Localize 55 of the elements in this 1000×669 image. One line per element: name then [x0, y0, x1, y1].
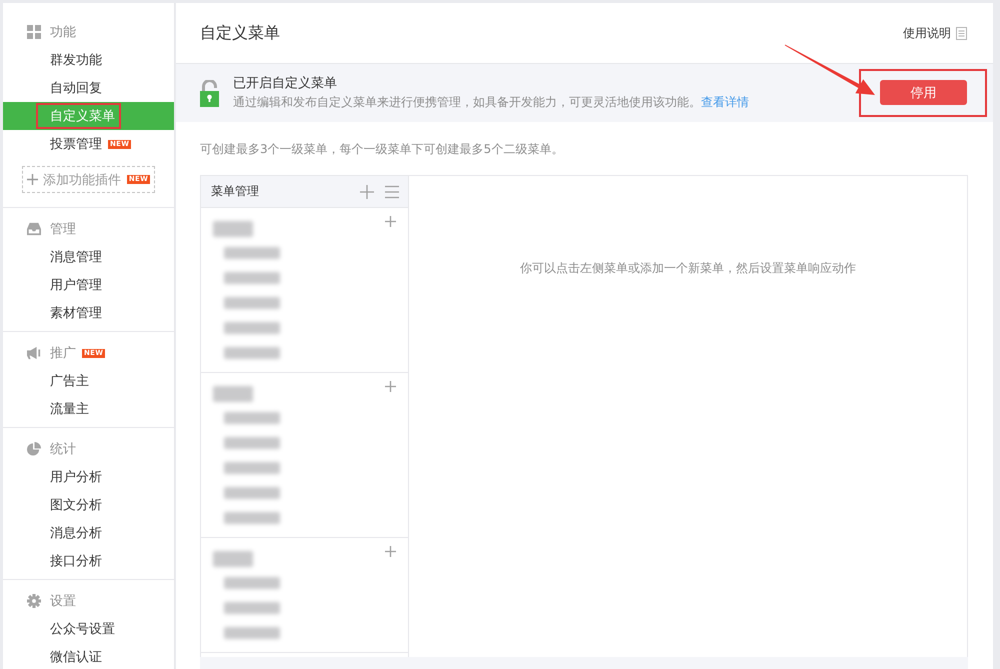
notice-text: 通过编辑和发布自定义菜单来进行便携管理，如具备开发能力，可更灵活地使用该功能。查看详情	[233, 94, 750, 111]
section-title: 功能	[50, 24, 76, 41]
sidebar-item[interactable]: 接口分析	[3, 547, 174, 575]
blurred-menu-item[interactable]	[213, 221, 253, 237]
blurred-submenu-item[interactable]	[224, 626, 280, 638]
section-title: 设置	[50, 593, 76, 610]
plus-icon[interactable]	[385, 546, 396, 557]
menu-icon[interactable]	[385, 184, 399, 198]
blurred-submenu-item[interactable]	[224, 246, 280, 258]
blurred-submenu-item[interactable]	[224, 296, 280, 308]
sidebar-item[interactable]: 素材管理	[3, 299, 174, 327]
hint-text: 可创建最多3个一级菜单，每个一级菜单下可创建最多5个二级菜单。	[199, 141, 564, 158]
sidebar-item[interactable]: 自动回复	[3, 74, 174, 102]
disable-button[interactable]: 停用	[880, 80, 967, 105]
section-title: 推广	[50, 345, 76, 362]
megaphone-icon	[27, 346, 41, 360]
blurred-menu-item[interactable]	[213, 551, 253, 567]
document-icon[interactable]	[956, 26, 967, 40]
sidebar-item[interactable]: 用户管理	[3, 271, 174, 299]
plus-icon	[26, 174, 38, 185]
blurred-submenu-item[interactable]	[224, 462, 280, 474]
sidebar-item[interactable]: 流量主	[3, 395, 174, 423]
blurred-submenu-item[interactable]	[224, 576, 280, 588]
notice-title: 已开启自定义菜单	[233, 75, 338, 93]
empty-state-text: 你可以点击左侧菜单或添加一个新菜单，然后设置菜单响应动作	[520, 261, 856, 275]
sidebar-item[interactable]: 用户分析	[3, 463, 174, 491]
panel-title: 菜单管理	[211, 183, 260, 200]
sidebar-item[interactable]: 微信认证	[3, 643, 174, 669]
sidebar-item[interactable]: 消息管理	[3, 243, 174, 271]
blurred-submenu-item[interactable]	[224, 272, 280, 284]
plus-icon[interactable]	[385, 381, 396, 392]
blurred-submenu-item[interactable]	[224, 602, 280, 614]
help-link[interactable]: 使用说明	[903, 24, 951, 42]
section-title: 统计	[50, 441, 76, 458]
plus-icon[interactable]	[360, 184, 374, 198]
blurred-submenu-item[interactable]	[224, 436, 280, 448]
pie-chart-icon	[27, 442, 41, 456]
page-title: 自定义菜单	[200, 22, 280, 44]
blurred-submenu-item[interactable]	[224, 412, 280, 424]
sidebar-item[interactable]: 广告主	[3, 367, 174, 395]
settings-icon	[27, 594, 41, 608]
blurred-submenu-item[interactable]	[224, 486, 280, 498]
blurred-submenu-item[interactable]	[224, 322, 280, 334]
blurred-menu-item[interactable]	[213, 386, 253, 402]
sidebar-item[interactable]: 图文分析	[3, 491, 174, 519]
sidebar-item[interactable]: 群发功能	[3, 46, 174, 74]
sidebar-item[interactable]: 公众号设置	[3, 615, 174, 643]
section-title: 管理	[50, 221, 76, 238]
blurred-submenu-item[interactable]	[224, 346, 280, 358]
grid-icon	[27, 25, 41, 39]
lock-icon	[200, 80, 219, 106]
blurred-submenu-item[interactable]	[224, 512, 280, 524]
plus-icon[interactable]	[385, 216, 396, 227]
sidebar-item[interactable]: 消息分析	[3, 519, 174, 547]
inbox-icon	[27, 222, 41, 236]
